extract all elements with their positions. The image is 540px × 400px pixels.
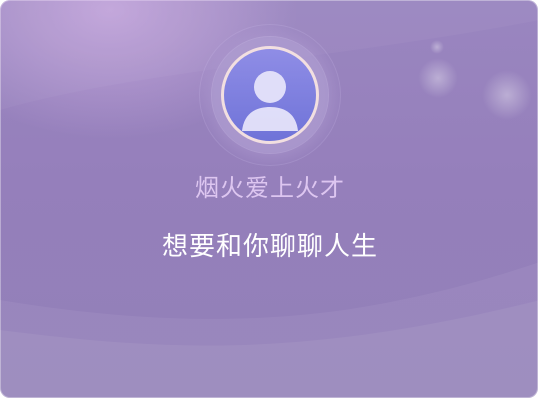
background-bokeh — [418, 58, 458, 98]
avatar[interactable] — [221, 46, 319, 144]
chat-invite-card: 烟火爱上火才 想要和你聊聊人生 — [0, 0, 538, 398]
invite-message: 想要和你聊聊人生 — [161, 232, 378, 262]
background-bokeh — [482, 70, 532, 120]
user-avatar-placeholder-icon — [242, 71, 298, 131]
user-nickname: 烟火爱上火才 — [195, 174, 345, 202]
background-bokeh — [430, 40, 444, 54]
